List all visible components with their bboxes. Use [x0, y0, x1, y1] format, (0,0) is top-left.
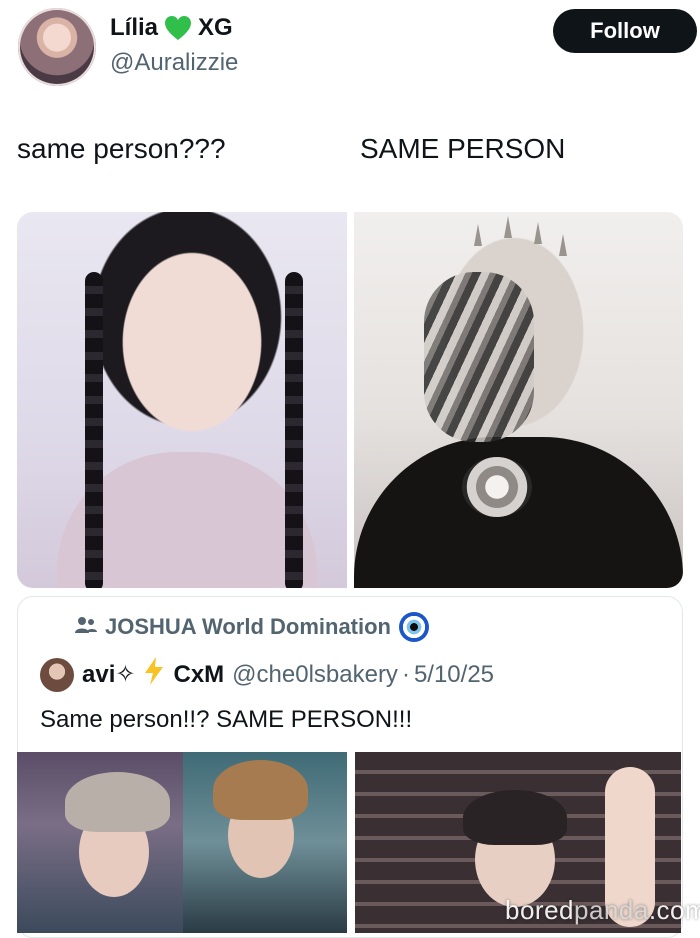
meta-separator: · — [401, 660, 410, 688]
quoted-author-name-second: CxM — [173, 660, 225, 688]
photo-hair — [463, 790, 567, 845]
photo-rose — [462, 457, 532, 517]
photo-spike — [504, 216, 512, 238]
author-handle[interactable]: @Auralizzie — [110, 49, 238, 77]
author-name-first: Lília — [110, 14, 159, 41]
quoted-tweet-date: 5/10/25 — [413, 660, 495, 688]
photo-hair — [213, 760, 308, 820]
author-avatar[interactable] — [18, 8, 96, 86]
media-photo-braids[interactable] — [17, 212, 347, 588]
quoted-author-name-first: avi✧ — [82, 661, 136, 688]
watermark-part2: panda — [574, 895, 649, 925]
watermark-part1: bored — [505, 895, 574, 925]
quoted-tweet-header[interactable]: avi✧ CxM @che0lsbakery · 5/10/25 — [40, 657, 494, 692]
photo-spike — [534, 222, 542, 244]
photo-braid-left — [85, 272, 103, 588]
caption-right: SAME PERSON — [360, 133, 566, 164]
photo-spike — [559, 234, 567, 256]
social-context-label: JOSHUA World Domination — [105, 614, 391, 639]
photo-hand — [424, 272, 534, 442]
photo-spike — [474, 224, 482, 246]
photo-coat — [354, 437, 683, 588]
media-photo-spikes[interactable] — [354, 212, 683, 588]
follow-button[interactable]: Follow — [553, 9, 697, 53]
quoted-media-photo-1[interactable] — [17, 752, 183, 933]
quoted-author-handle: @che0lsbakery — [232, 660, 398, 688]
social-context[interactable]: JOSHUA World Domination — [75, 612, 429, 642]
community-icon — [75, 614, 97, 640]
photo-braid-right — [285, 272, 303, 588]
boredpanda-watermark: boredpanda.com — [505, 895, 700, 926]
tweet-media — [17, 212, 683, 588]
author-name-second: XG — [198, 14, 233, 41]
quoted-tweet-text: Same person!!? SAME PERSON!!! — [40, 706, 413, 733]
author-name[interactable]: Lília XG — [110, 14, 233, 42]
quoted-author-avatar[interactable] — [40, 657, 74, 692]
watermark-part3: .com — [648, 895, 700, 925]
quoted-media-photo-2[interactable] — [183, 752, 347, 933]
nazar-eye-icon — [399, 612, 429, 642]
lightning-icon — [143, 657, 165, 692]
green-heart-icon — [164, 15, 192, 41]
photo-hair — [65, 772, 170, 832]
caption-left: same person??? — [17, 133, 226, 164]
